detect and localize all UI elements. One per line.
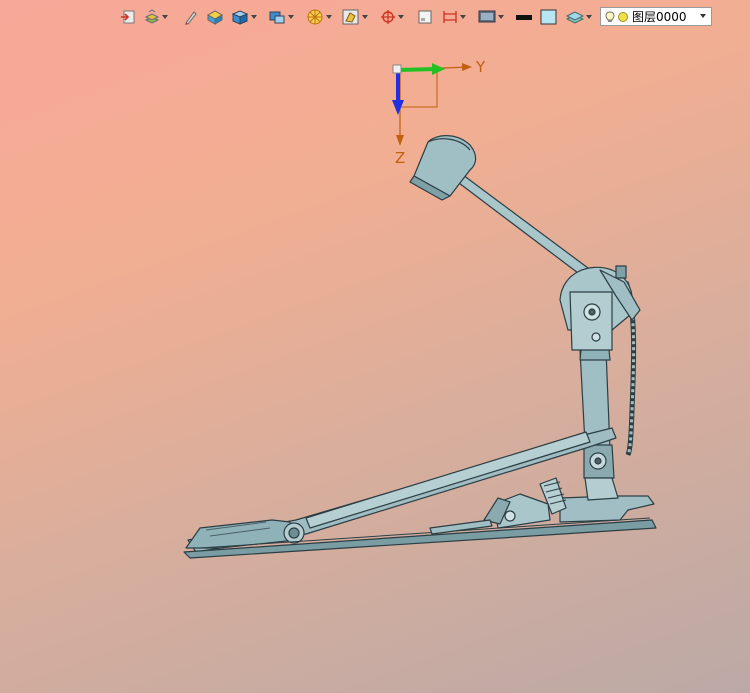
color-swatch-icon	[540, 9, 557, 25]
layer-color-icon	[618, 11, 628, 22]
display-button[interactable]	[478, 8, 504, 26]
frame-button[interactable]	[417, 8, 433, 26]
color-swatch-button[interactable]	[540, 8, 558, 26]
view-orientation-icon	[269, 11, 285, 24]
render-mode-icon	[307, 9, 323, 25]
layer-stack-button[interactable]	[144, 8, 168, 26]
heel-plate	[185, 519, 305, 549]
solid-view-icon	[231, 10, 249, 25]
dimension-icon	[443, 11, 457, 23]
pen-button[interactable]	[183, 8, 197, 26]
frame-icon	[418, 10, 432, 24]
section-view-icon	[342, 9, 359, 25]
snap-point-button[interactable]	[380, 8, 404, 26]
line-weight-button[interactable]	[515, 8, 533, 26]
exit-button[interactable]	[120, 8, 136, 26]
beater-head	[409, 135, 477, 201]
material-button[interactable]	[206, 8, 224, 26]
y-axis-label: Y	[475, 58, 486, 76]
lightbulb-icon	[605, 10, 615, 22]
z-axis-label: Z	[395, 149, 405, 167]
material-icon	[206, 10, 224, 25]
drum-pedal	[183, 135, 657, 559]
line-weight-icon	[516, 15, 532, 20]
snap-point-icon	[381, 10, 395, 24]
layer-name: 图层0000	[632, 10, 687, 24]
layer-manager-button[interactable]	[566, 8, 592, 26]
pen-icon	[185, 11, 197, 25]
layer-stack-icon	[144, 9, 160, 24]
cam-assembly	[559, 265, 641, 351]
view-orientation-button[interactable]	[268, 8, 294, 26]
section-view-button[interactable]	[342, 8, 368, 26]
top-toolbar: 图层0000	[0, 0, 750, 34]
solid-view-button[interactable]	[231, 8, 257, 26]
display-icon	[478, 10, 496, 23]
chevron-down-icon	[700, 14, 706, 18]
layer-manager-icon	[566, 11, 584, 24]
layer-select[interactable]: 图层0000	[600, 7, 712, 26]
pedal-model[interactable]: Y Z	[0, 0, 750, 693]
dimension-button[interactable]	[442, 8, 466, 26]
exit-icon	[121, 10, 135, 24]
render-mode-button[interactable]	[306, 8, 332, 26]
